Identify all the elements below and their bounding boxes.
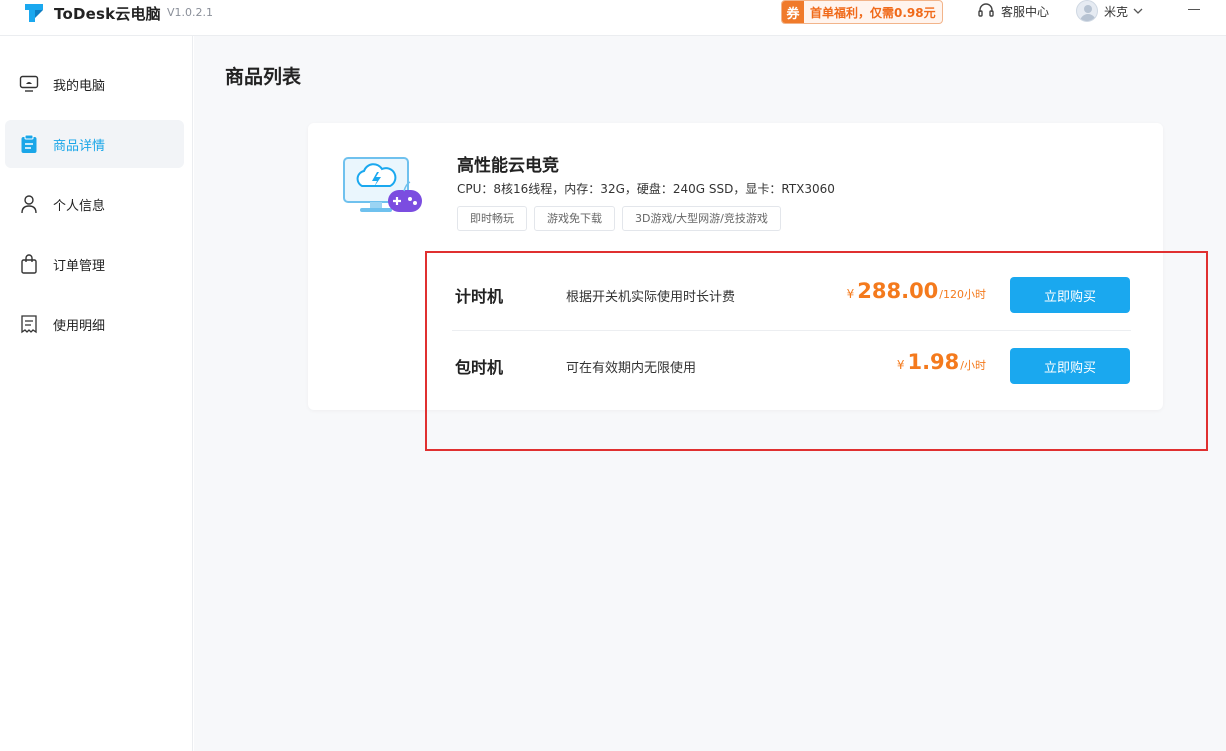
plan-name: 计时机: [455, 287, 504, 306]
sidebar-item-label: 使用明细: [53, 318, 106, 334]
price-unit: /小时: [960, 359, 986, 372]
product-name: 高性能云电竞: [457, 156, 559, 176]
cloud-gaming-icon: [343, 157, 422, 212]
sidebar-item-my-computer[interactable]: 我的电脑: [5, 60, 184, 108]
user-menu[interactable]: 米克: [1076, 0, 1143, 22]
customer-service-button[interactable]: 客服中心: [977, 2, 1049, 20]
promo-text: 首单福利，仅需0.98元: [810, 5, 936, 20]
receipt-icon: [19, 314, 39, 334]
product-specs: CPU：8核16线程，内存：32G，硬盘：240G SSD，显卡：RTX3060: [457, 182, 835, 196]
todesk-logo-icon: [25, 4, 43, 22]
plan-row-package: 包时机 可在有效期内无限使用 ¥ 1.98 /小时 立即购买: [452, 332, 1131, 402]
sidebar: 我的电脑 商品详情 个人信息 订单管理 使用明细: [0, 36, 193, 751]
plan-price: ¥ 288.00 /120小时: [847, 279, 986, 303]
product-card: 高性能云电竞 CPU：8核16线程，内存：32G，硬盘：240G SSD，显卡：…: [308, 123, 1163, 410]
sidebar-item-order-management[interactable]: 订单管理: [5, 240, 184, 288]
monitor-icon: [19, 74, 39, 94]
coupon-badge: 券: [782, 1, 804, 23]
app-version: V1.0.2.1: [167, 6, 214, 19]
shopping-bag-icon: [19, 254, 39, 274]
buy-now-button[interactable]: 立即购买: [1010, 277, 1130, 313]
main-content: 商品列表 高性能云电竞 CPU：8核16线程，内存：32G，硬盘：240G SS…: [194, 36, 1226, 751]
promo-banner[interactable]: 券 首单福利，仅需0.98元: [781, 0, 943, 24]
person-icon: [19, 194, 39, 214]
currency-symbol: ¥: [896, 358, 905, 372]
chevron-down-icon: [1133, 8, 1143, 14]
product-tags: 即时畅玩 游戏免下载 3D游戏/大型网游/竞技游戏: [457, 206, 788, 231]
currency-symbol: ¥: [846, 287, 855, 301]
page-title: 商品列表: [225, 66, 302, 88]
price-amount: 288.00: [857, 279, 939, 303]
avatar: [1076, 0, 1098, 22]
price-amount: 1.98: [907, 350, 960, 374]
tag: 即时畅玩: [457, 206, 527, 231]
sidebar-item-label: 个人信息: [53, 198, 106, 214]
plan-row-timed: 计时机 根据开关机实际使用时长计费 ¥ 288.00 /120小时 立即购买: [452, 261, 1131, 331]
app-name: ToDesk云电脑: [54, 5, 161, 23]
tag: 游戏免下载: [534, 206, 615, 231]
minimize-button[interactable]: [1188, 9, 1200, 10]
plan-description: 根据开关机实际使用时长计费: [566, 290, 736, 305]
sidebar-item-personal-info[interactable]: 个人信息: [5, 180, 184, 228]
sidebar-item-label: 我的电脑: [53, 78, 106, 94]
customer-service-label: 客服中心: [1001, 4, 1050, 19]
sidebar-item-label: 订单管理: [53, 258, 106, 274]
clipboard-icon: [19, 134, 39, 154]
plan-name: 包时机: [455, 358, 504, 377]
title-bar: ToDesk云电脑 V1.0.2.1 券 首单福利，仅需0.98元 客服中心 米…: [0, 0, 1226, 36]
price-unit: /120小时: [939, 288, 986, 301]
tag: 3D游戏/大型网游/竞技游戏: [622, 206, 781, 231]
sidebar-item-usage-details[interactable]: 使用明细: [5, 300, 184, 348]
sidebar-item-label: 商品详情: [53, 138, 106, 154]
headset-icon: [978, 3, 994, 17]
sidebar-item-product-details[interactable]: 商品详情: [5, 120, 184, 168]
plan-price: ¥ 1.98 /小时: [897, 350, 986, 374]
buy-now-button[interactable]: 立即购买: [1010, 348, 1130, 384]
username: 米克: [1104, 4, 1129, 19]
plan-description: 可在有效期内无限使用: [566, 361, 697, 376]
